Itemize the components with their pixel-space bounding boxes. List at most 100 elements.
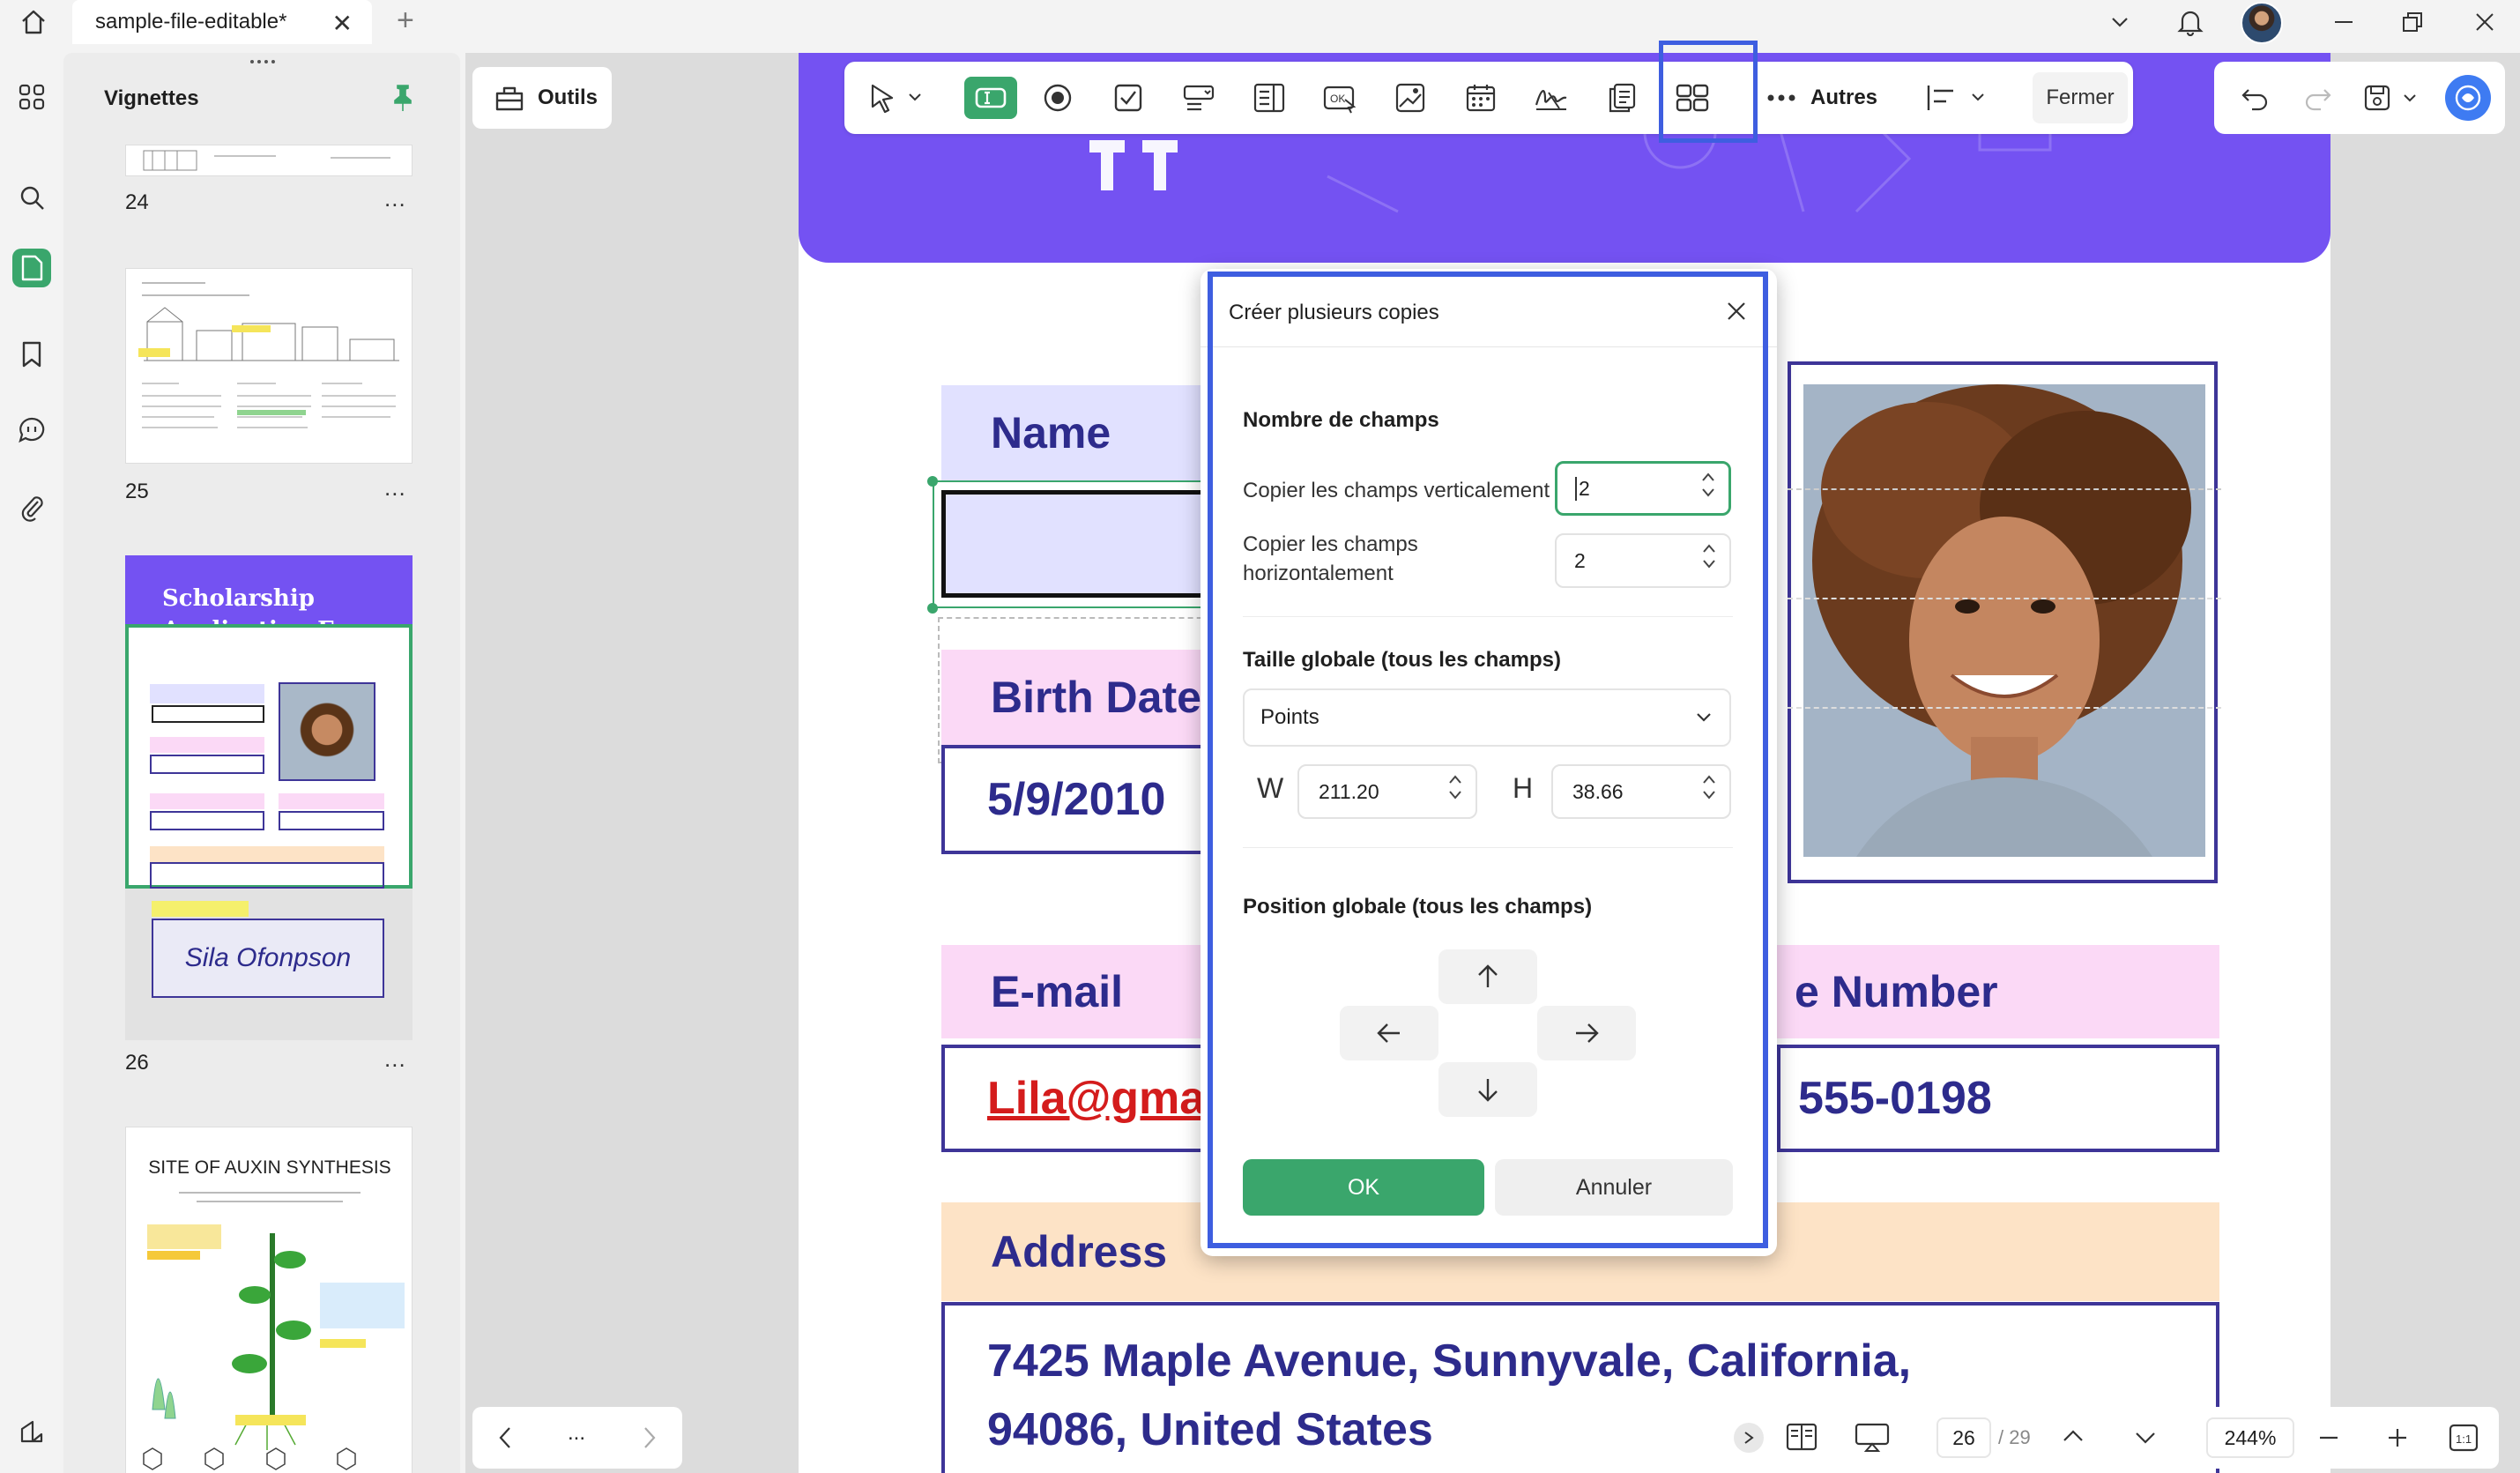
app-logo-icon[interactable] bbox=[12, 1412, 51, 1451]
zoom-out-icon[interactable] bbox=[2316, 1425, 2342, 1455]
copy-horizontal-value: 2 bbox=[1574, 548, 1586, 572]
chevron-left-icon[interactable] bbox=[497, 1425, 515, 1455]
copy-horizontal-label-line2: horizontalement bbox=[1243, 562, 1394, 585]
close-form-mode-button[interactable]: Fermer bbox=[2033, 72, 2128, 123]
phone-field[interactable]: 555-0198 bbox=[1777, 1045, 2219, 1152]
close-icon[interactable] bbox=[1719, 294, 1754, 329]
button-field-icon[interactable]: OK bbox=[1319, 77, 1361, 119]
move-left-button[interactable] bbox=[1340, 1006, 1438, 1060]
pin-icon[interactable] bbox=[390, 83, 416, 117]
move-down-button[interactable] bbox=[1438, 1062, 1537, 1117]
stepper-arrows[interactable] bbox=[1701, 542, 1717, 570]
width-input[interactable]: 211.20 bbox=[1297, 764, 1477, 819]
page-26-more-button[interactable]: ... bbox=[384, 1045, 406, 1073]
copy-guide bbox=[1788, 488, 2221, 490]
email-field[interactable]: Lila@gma bbox=[941, 1045, 1206, 1152]
date-field-icon[interactable] bbox=[1460, 77, 1502, 119]
ai-assistant-icon[interactable] bbox=[2445, 75, 2491, 121]
signature-field-icon[interactable] bbox=[1530, 77, 1572, 119]
document-tab[interactable]: sample-file-editable* ✕ bbox=[72, 0, 372, 44]
copy-guide bbox=[1788, 707, 2221, 709]
radio-button-icon[interactable] bbox=[1037, 77, 1079, 119]
thumb-title-line1: Scholarship bbox=[162, 585, 315, 612]
paperclip-icon[interactable] bbox=[12, 488, 51, 527]
page-thumbnail-24[interactable] bbox=[125, 145, 413, 176]
select-pointer-icon[interactable] bbox=[864, 77, 929, 119]
birth-date-field[interactable]: 5/9/2010 bbox=[941, 745, 1206, 854]
align-left-icon[interactable] bbox=[1923, 77, 1990, 119]
zoom-level-input[interactable]: 244% bbox=[2206, 1417, 2294, 1458]
actual-size-icon[interactable]: 1:1 bbox=[2448, 1423, 2479, 1457]
minimize-icon[interactable] bbox=[2325, 4, 2362, 41]
close-window-icon[interactable] bbox=[2466, 4, 2503, 41]
comment-icon[interactable] bbox=[12, 411, 51, 450]
previous-page-icon[interactable] bbox=[2060, 1423, 2086, 1454]
restore-icon[interactable] bbox=[2394, 4, 2431, 41]
height-input[interactable]: 38.66 bbox=[1551, 764, 1731, 819]
bookmark-icon[interactable] bbox=[12, 335, 51, 374]
chevron-right-icon[interactable] bbox=[640, 1425, 658, 1455]
student-photo bbox=[1803, 384, 2205, 857]
redo-icon[interactable] bbox=[2297, 77, 2339, 119]
stepper-arrows[interactable] bbox=[1700, 471, 1716, 499]
page-layout-icon[interactable] bbox=[1785, 1421, 1818, 1457]
text-field-icon[interactable] bbox=[964, 77, 1017, 119]
bell-icon[interactable] bbox=[2172, 4, 2209, 41]
resize-handle[interactable] bbox=[927, 476, 938, 487]
move-right-button[interactable] bbox=[1537, 1006, 1636, 1060]
duplicate-icon[interactable] bbox=[1601, 77, 1643, 119]
ok-button[interactable]: OK bbox=[1243, 1159, 1484, 1216]
cancel-button[interactable]: Annuler bbox=[1495, 1159, 1733, 1216]
address-line-1: 7425 Maple Avenue, Sunnyvale, California… bbox=[987, 1335, 1912, 1387]
page-24-more-button[interactable]: ... bbox=[384, 185, 406, 212]
more-tools-button[interactable]: Autres bbox=[1766, 79, 1877, 116]
arrow-down-icon bbox=[1478, 1079, 1498, 1102]
page-thumbnail-26[interactable]: Scholarship Application Form Sila Ofonps… bbox=[125, 555, 413, 1040]
move-up-button[interactable] bbox=[1438, 949, 1537, 1004]
page-number-25: 25 bbox=[125, 480, 149, 503]
unit-select-value: Points bbox=[1260, 705, 1319, 729]
resize-handle[interactable] bbox=[927, 603, 938, 614]
dialog-title: Créer plusieurs copies bbox=[1229, 301, 1439, 324]
tab-close-icon[interactable]: ✕ bbox=[332, 9, 353, 38]
unit-select[interactable]: Points bbox=[1243, 688, 1731, 747]
tools-button[interactable]: Outils bbox=[472, 67, 612, 129]
more-dots-icon bbox=[1767, 94, 1795, 101]
svg-text:1:1: 1:1 bbox=[2456, 1432, 2472, 1446]
stepper-arrows[interactable] bbox=[1447, 773, 1463, 801]
image-field-icon[interactable] bbox=[1389, 77, 1431, 119]
home-icon[interactable] bbox=[16, 4, 51, 40]
save-icon[interactable] bbox=[2362, 77, 2424, 119]
copy-guide bbox=[1788, 598, 2221, 599]
page-thumbnail-25[interactable] bbox=[125, 268, 413, 464]
page-controls: 26 / 29 244% 1:1 bbox=[1723, 1407, 2499, 1469]
user-avatar[interactable] bbox=[2241, 2, 2283, 44]
stepper-arrows[interactable] bbox=[1701, 773, 1717, 801]
page-number-26: 26 bbox=[125, 1051, 149, 1075]
copy-vertical-value: 2 bbox=[1575, 476, 1590, 501]
undo-icon[interactable] bbox=[2234, 77, 2276, 119]
chevron-down-icon[interactable] bbox=[2101, 4, 2138, 41]
arrow-left-icon bbox=[1377, 1023, 1400, 1043]
nav-more-button[interactable]: ... bbox=[568, 1421, 585, 1446]
checkbox-icon[interactable] bbox=[1107, 77, 1149, 119]
new-tab-button[interactable]: + bbox=[397, 4, 414, 38]
copy-horizontal-input[interactable]: 2 bbox=[1555, 533, 1731, 588]
copy-horizontal-label: Copier les champs horizontalement bbox=[1243, 530, 1418, 588]
presentation-icon[interactable] bbox=[1854, 1421, 1891, 1457]
more-tools-label: Autres bbox=[1810, 86, 1878, 109]
search-icon[interactable] bbox=[12, 178, 51, 217]
page-thumbnail-27[interactable]: SITE OF AUXIN SYNTHESIS bbox=[125, 1127, 413, 1473]
grid-icon[interactable] bbox=[12, 78, 51, 116]
zoom-in-icon[interactable] bbox=[2384, 1425, 2411, 1455]
collapse-icon[interactable] bbox=[1734, 1423, 1764, 1453]
page-number-input[interactable]: 26 bbox=[1936, 1417, 1991, 1458]
list-box-icon[interactable] bbox=[1248, 77, 1290, 119]
page-25-more-button[interactable]: ... bbox=[384, 474, 406, 502]
drag-handle[interactable] bbox=[250, 60, 275, 65]
combo-box-icon[interactable] bbox=[1178, 77, 1220, 119]
width-label: W bbox=[1257, 772, 1284, 804]
copy-vertical-input[interactable]: 2 bbox=[1555, 461, 1731, 516]
next-page-icon[interactable] bbox=[2132, 1425, 2159, 1455]
pages-icon[interactable] bbox=[12, 249, 51, 287]
